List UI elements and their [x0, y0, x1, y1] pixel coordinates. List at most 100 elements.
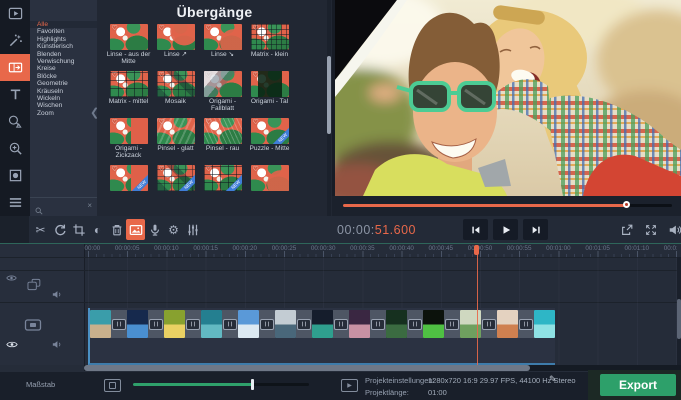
- scrollbar-thumb[interactable]: [677, 299, 681, 339]
- timeline-clip[interactable]: [349, 310, 370, 338]
- seek-handle[interactable]: [623, 201, 630, 208]
- favorite-heart-icon[interactable]: ♡: [253, 71, 259, 79]
- clip-transition-segment[interactable]: [111, 310, 127, 338]
- sidebar-tool-callouts[interactable]: [0, 108, 30, 135]
- favorite-heart-icon[interactable]: ♡: [112, 24, 118, 32]
- transition-thumbnail[interactable]: ♡: [204, 71, 242, 97]
- transition-thumbnail[interactable]: ♡: [157, 24, 195, 50]
- transition-item[interactable]: ♡Pinsel - rau: [199, 118, 246, 160]
- timeline-clip[interactable]: [423, 310, 444, 338]
- scrollbar-thumb[interactable]: [327, 56, 331, 134]
- transition-thumbnail[interactable]: ♡: [110, 24, 148, 50]
- category-search[interactable]: ×: [30, 197, 97, 215]
- transition-item[interactable]: ♡Linse ↘: [199, 24, 246, 66]
- favorite-heart-icon[interactable]: ♡: [206, 71, 212, 79]
- toolbar-split-button[interactable]: ✂: [31, 219, 50, 240]
- timeline-clip[interactable]: [201, 310, 222, 338]
- transition-item[interactable]: ♡Pinsel - glatt: [152, 118, 199, 160]
- clip-transition-segment[interactable]: [333, 310, 349, 338]
- sidebar-tool-titles[interactable]: [0, 81, 30, 108]
- video-track-mute-speaker-icon[interactable]: [52, 340, 62, 349]
- category-künstlerisch[interactable]: Künstlerisch: [30, 43, 97, 50]
- clip-transition-segment[interactable]: [407, 310, 423, 338]
- transition-badge-icon[interactable]: [297, 319, 311, 330]
- transition-item[interactable]: ♡Origami - Zickzack: [105, 118, 152, 160]
- timeline-clip[interactable]: [534, 310, 555, 338]
- favorite-heart-icon[interactable]: ♡: [159, 24, 165, 32]
- transition-item[interactable]: ♡Origami - Tal: [246, 71, 293, 113]
- transition-thumbnail[interactable]: ♡NEW: [157, 165, 195, 191]
- transition-thumbnail[interactable]: ♡: [204, 24, 242, 50]
- favorite-heart-icon[interactable]: ♡: [112, 71, 118, 79]
- transition-thumbnail[interactable]: ♡: [251, 24, 289, 50]
- transition-item[interactable]: ♡Matrix - klein: [246, 24, 293, 66]
- video-track-icon[interactable]: [24, 318, 42, 332]
- transition-item[interactable]: ♡NEWPuzzle - Mitte: [246, 118, 293, 160]
- timeline-scale-slider[interactable]: [133, 383, 309, 386]
- toolbar-transition-wizard-button[interactable]: [126, 219, 145, 240]
- favorite-heart-icon[interactable]: ♡: [112, 165, 118, 173]
- transition-item[interactable]: ♡Matrix - mittel: [105, 71, 152, 113]
- category-blöcke[interactable]: Blöcke: [30, 73, 97, 80]
- transition-item[interactable]: ♡: [246, 165, 293, 207]
- timeline-clip[interactable]: [238, 310, 259, 338]
- play-button[interactable]: [493, 219, 518, 240]
- transition-item[interactable]: ♡Linse ↗: [152, 24, 199, 66]
- transition-thumbnail[interactable]: ♡: [157, 118, 195, 144]
- transition-badge-icon[interactable]: [149, 319, 163, 330]
- seek-bar[interactable]: [343, 204, 672, 207]
- category-wickeln[interactable]: Wickeln: [30, 95, 97, 102]
- transition-badge-icon[interactable]: [260, 319, 274, 330]
- timeline-clip[interactable]: [386, 310, 407, 338]
- category-wischen[interactable]: Wischen: [30, 102, 97, 109]
- share-button[interactable]: [618, 219, 636, 240]
- transition-badge-icon[interactable]: [371, 319, 385, 330]
- toolbar-color-button[interactable]: ◐: [88, 219, 107, 240]
- transition-item[interactable]: ♡Linse - aus der Mitte: [105, 24, 152, 66]
- timeline-vertical-scrollbar[interactable]: [677, 257, 681, 365]
- next-frame-button[interactable]: [523, 219, 548, 240]
- transition-badge-icon[interactable]: [112, 319, 126, 330]
- favorite-heart-icon[interactable]: ♡: [253, 165, 259, 173]
- overlay-track-icon[interactable]: [26, 278, 42, 291]
- zoom-frame-button[interactable]: ▶: [341, 379, 358, 392]
- toolbar-settings-button[interactable]: ⚙: [164, 219, 183, 240]
- category-highlights[interactable]: Highlights: [30, 36, 97, 43]
- transition-thumbnail[interactable]: ♡: [157, 71, 195, 97]
- timeline-ruler[interactable]: 00:00:0000:00:0500:00:1000:00:1500:00:20…: [84, 244, 677, 257]
- timeline-clip[interactable]: [460, 310, 481, 338]
- video-clip-block[interactable]: [88, 308, 555, 365]
- scrollbar-thumb[interactable]: [84, 365, 530, 371]
- transition-item[interactable]: ♡NEW: [105, 165, 152, 207]
- playhead-handle[interactable]: [474, 245, 479, 255]
- clip-transition-segment[interactable]: [222, 310, 238, 338]
- transition-thumbnail[interactable]: ♡: [110, 118, 148, 144]
- transitions-scrollbar[interactable]: [327, 0, 331, 217]
- sidebar-tool-pan-zoom[interactable]: [0, 135, 30, 162]
- transition-badge-icon[interactable]: [334, 319, 348, 330]
- transition-thumbnail[interactable]: ♡: [204, 118, 242, 144]
- sidebar-tool-media[interactable]: [0, 0, 30, 27]
- fullscreen-button[interactable]: [642, 219, 660, 240]
- favorite-heart-icon[interactable]: ♡: [159, 165, 165, 173]
- sidebar-tool-transitions[interactable]: [0, 54, 30, 81]
- favorite-heart-icon[interactable]: ♡: [253, 24, 259, 32]
- sidebar-tool-more-tools[interactable]: [0, 189, 30, 216]
- transition-thumbnail[interactable]: ♡NEW: [251, 118, 289, 144]
- toolbar-delete-button[interactable]: [107, 219, 126, 240]
- category-zoom[interactable]: Zoom: [30, 110, 97, 117]
- timeline-clip[interactable]: [312, 310, 333, 338]
- clip-transition-segment[interactable]: [148, 310, 164, 338]
- timeline-clip[interactable]: [275, 310, 296, 338]
- prev-frame-button[interactable]: [463, 219, 488, 240]
- timeline-clip[interactable]: [164, 310, 185, 338]
- toolbar-crop-frame-button[interactable]: [69, 219, 88, 240]
- track2-mute-speaker-icon[interactable]: [52, 290, 62, 299]
- transition-badge-icon[interactable]: [408, 319, 422, 330]
- transition-thumbnail[interactable]: ♡: [251, 71, 289, 97]
- clear-search-icon[interactable]: ×: [87, 201, 92, 210]
- category-blenden[interactable]: Blenden: [30, 51, 97, 58]
- clip-transition-segment[interactable]: [259, 310, 275, 338]
- transition-item[interactable]: ♡Mosaik: [152, 71, 199, 113]
- clip-transition-segment[interactable]: [481, 310, 497, 338]
